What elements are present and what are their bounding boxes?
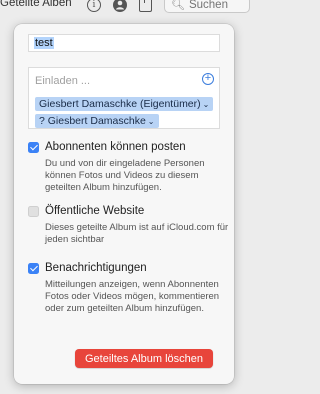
subscribers-can-post-checkbox[interactable]	[28, 142, 39, 153]
notifications-checkbox[interactable]	[28, 263, 39, 274]
option-description: Mitteilungen anzeigen, wenn Abonnenten F…	[45, 279, 220, 314]
toolbar: Geteilte Alben i 🔍︎	[0, 0, 250, 14]
search-icon: 🔍︎	[171, 0, 185, 11]
people-icon[interactable]	[113, 0, 127, 12]
public-website-checkbox[interactable]	[28, 206, 39, 217]
participant-token[interactable]: Giesbert Damaschke (Eigentümer) ⌄	[35, 97, 214, 111]
option-description: Du und von dir eingeladene Personen könn…	[45, 158, 205, 193]
album-settings-popover: test Einladen ... + Giesbert Damaschke (…	[14, 24, 234, 384]
album-name-value: test	[34, 37, 54, 49]
invite-placeholder: Einladen ...	[35, 75, 91, 87]
participant-token[interactable]: ? Giesbert Damaschke ⌄	[35, 114, 159, 128]
option-title: Öffentliche Website	[45, 205, 145, 217]
window-title: Geteilte Alben	[0, 0, 72, 9]
chevron-down-icon: ⌄	[202, 100, 210, 109]
album-name-field[interactable]: test	[28, 34, 220, 52]
option-description: Dieses geteilte Album ist auf iCloud.com…	[45, 222, 229, 245]
info-icon[interactable]: i	[87, 0, 101, 12]
search-input[interactable]	[188, 0, 249, 11]
delete-shared-album-button[interactable]: Geteiltes Album löschen	[75, 349, 213, 368]
option-title: Abonnenten können posten	[45, 141, 186, 153]
add-contact-icon[interactable]: +	[202, 73, 214, 85]
chevron-down-icon: ⌄	[147, 117, 155, 126]
share-icon[interactable]	[139, 0, 152, 12]
option-title: Benachrichtigungen	[45, 262, 147, 274]
invite-field[interactable]: Einladen ... + Giesbert Damaschke (Eigen…	[28, 67, 220, 129]
search-field[interactable]: 🔍︎	[164, 0, 250, 13]
